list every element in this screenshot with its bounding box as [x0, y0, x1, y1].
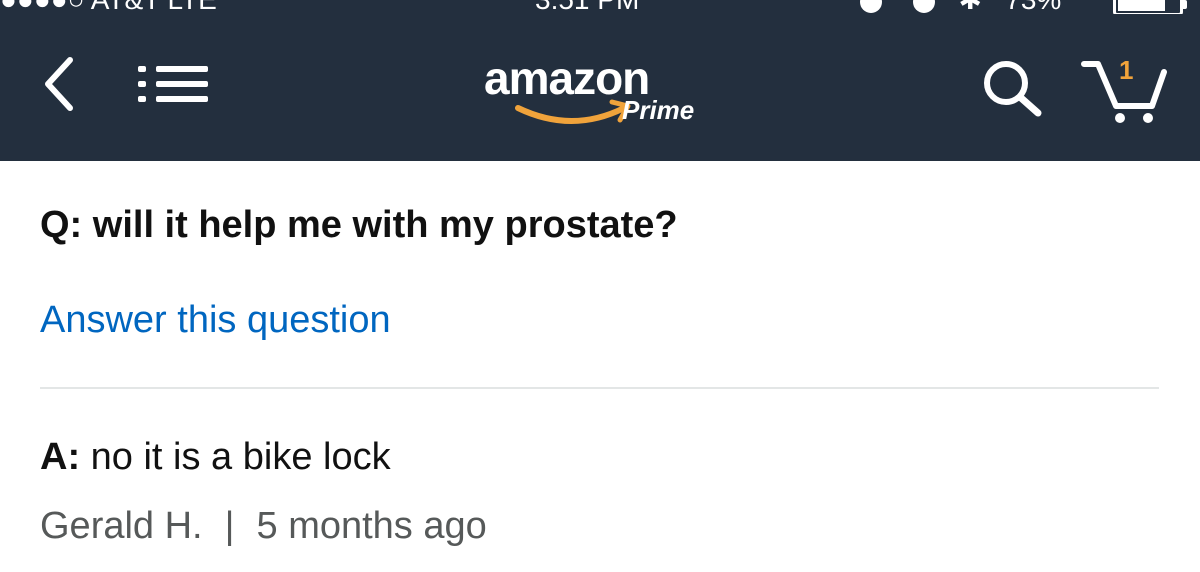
battery-icon	[1113, 0, 1183, 14]
question-text: Q: will it help me with my prostate?	[40, 204, 678, 246]
meta-separator: |	[224, 505, 235, 547]
clock: 3:51 PM	[535, 0, 639, 14]
hamburger-menu-icon	[138, 66, 208, 102]
app-header: ●●●●○ AT&T LTE 3:51 PM ✱ 73%	[0, 0, 1200, 161]
location-icon	[860, 0, 882, 13]
menu-button[interactable]	[138, 60, 210, 108]
battery-level	[1118, 0, 1165, 11]
battery-percent: 73%	[1005, 0, 1061, 14]
search-button[interactable]	[978, 55, 1048, 117]
chevron-left-icon	[45, 57, 73, 111]
search-icon	[984, 61, 1042, 117]
smile-arrow-icon	[515, 99, 631, 124]
back-button[interactable]	[36, 52, 86, 116]
divider	[40, 387, 1159, 389]
answer-this-question-link[interactable]: Answer this question	[40, 297, 391, 343]
answer-meta: Gerald H. | 5 months ago	[40, 503, 487, 549]
carrier-label: ●●●●○ AT&T LTE	[0, 0, 217, 14]
author-name[interactable]: Gerald H.	[40, 505, 203, 547]
status-icons: ✱ 73%	[860, 0, 1061, 14]
battery-nub	[1182, 0, 1187, 9]
answer-timestamp: 5 months ago	[256, 505, 487, 547]
amazon-prime-logo[interactable]: amazon Prime	[484, 50, 714, 130]
alarm-icon	[913, 0, 936, 13]
logo-prime-label: Prime	[622, 95, 695, 125]
status-bar: ●●●●○ AT&T LTE 3:51 PM ✱ 73%	[0, 0, 1200, 14]
answer-text: A: no it is a bike lock	[40, 434, 391, 480]
cart-count-badge: 1	[1119, 55, 1134, 85]
answer-prefix: A:	[40, 436, 81, 478]
answer-body: no it is a bike lock	[80, 436, 391, 478]
bluetooth-icon: ✱	[958, 0, 981, 14]
